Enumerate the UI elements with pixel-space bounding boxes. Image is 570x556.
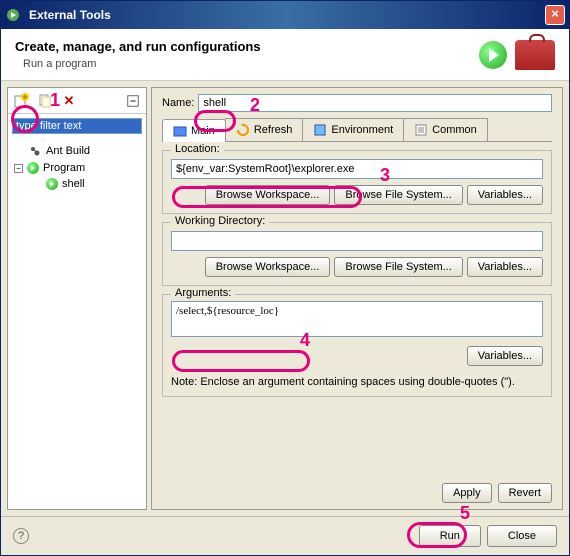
- tab-common[interactable]: Common: [403, 118, 488, 141]
- collapse-all-button[interactable]: [124, 92, 142, 110]
- name-label: Name:: [162, 97, 194, 109]
- tab-main[interactable]: Main: [162, 119, 226, 142]
- tree-item-label: shell: [62, 178, 85, 190]
- arguments-note: Note: Enclose an argument containing spa…: [171, 376, 543, 388]
- tree-item-label: Ant Build: [46, 145, 90, 157]
- browse-filesystem-button[interactable]: Browse File System...: [334, 257, 462, 277]
- tab-refresh[interactable]: Refresh: [225, 118, 304, 141]
- tree-item-ant[interactable]: Ant Build: [10, 142, 144, 160]
- run-button[interactable]: Run: [419, 525, 481, 547]
- tree-item-shell[interactable]: shell: [10, 176, 144, 192]
- app-icon: [5, 7, 21, 23]
- program-icon: [46, 178, 58, 190]
- config-tree: Ant Build − Program shell: [8, 138, 146, 509]
- toolbox-icon: [515, 40, 555, 70]
- sidebar: ✕ Ant Build − Program s: [7, 87, 147, 510]
- apply-button[interactable]: Apply: [442, 483, 492, 503]
- close-button[interactable]: Close: [487, 525, 557, 547]
- variables-button[interactable]: Variables...: [467, 257, 543, 277]
- environment-icon: [313, 123, 327, 137]
- help-icon[interactable]: ?: [13, 528, 29, 544]
- name-input[interactable]: [198, 94, 552, 112]
- browse-workspace-button[interactable]: Browse Workspace...: [205, 257, 331, 277]
- tab-label: Refresh: [254, 124, 293, 136]
- delete-config-button[interactable]: ✕: [60, 92, 78, 110]
- variables-button[interactable]: Variables...: [467, 185, 543, 205]
- arguments-input[interactable]: [171, 301, 543, 337]
- browse-workspace-button[interactable]: Browse Workspace...: [205, 185, 331, 205]
- variables-button[interactable]: Variables...: [467, 346, 543, 366]
- new-config-button[interactable]: [12, 92, 30, 110]
- common-icon: [414, 123, 428, 137]
- working-dir-label: Working Directory:: [171, 215, 269, 227]
- config-panel: Name: Main Refresh Environment: [151, 87, 563, 510]
- ant-icon: [28, 144, 42, 158]
- tab-label: Main: [191, 125, 215, 137]
- page-title: Create, manage, and run configurations: [15, 39, 261, 54]
- tree-item-label: Program: [43, 162, 85, 174]
- tab-label: Environment: [331, 124, 393, 136]
- revert-button[interactable]: Revert: [498, 483, 552, 503]
- tree-item-program[interactable]: − Program: [10, 160, 144, 176]
- window-title: External Tools: [25, 8, 545, 22]
- tab-label: Common: [432, 124, 477, 136]
- run-big-icon: [479, 41, 507, 69]
- working-dir-input[interactable]: [171, 231, 543, 251]
- browse-filesystem-button[interactable]: Browse File System...: [334, 185, 462, 205]
- arguments-label: Arguments:: [171, 287, 235, 299]
- copy-config-button[interactable]: [36, 92, 54, 110]
- page-subtitle: Run a program: [23, 58, 261, 70]
- main-tab-icon: [173, 124, 187, 138]
- close-icon[interactable]: ×: [545, 5, 565, 25]
- location-label: Location:: [171, 143, 224, 155]
- location-input[interactable]: [171, 159, 543, 179]
- program-icon: [27, 162, 39, 174]
- collapse-icon[interactable]: −: [14, 164, 23, 173]
- filter-input[interactable]: [12, 118, 142, 134]
- tab-environment[interactable]: Environment: [302, 118, 404, 141]
- refresh-icon: [236, 123, 250, 137]
